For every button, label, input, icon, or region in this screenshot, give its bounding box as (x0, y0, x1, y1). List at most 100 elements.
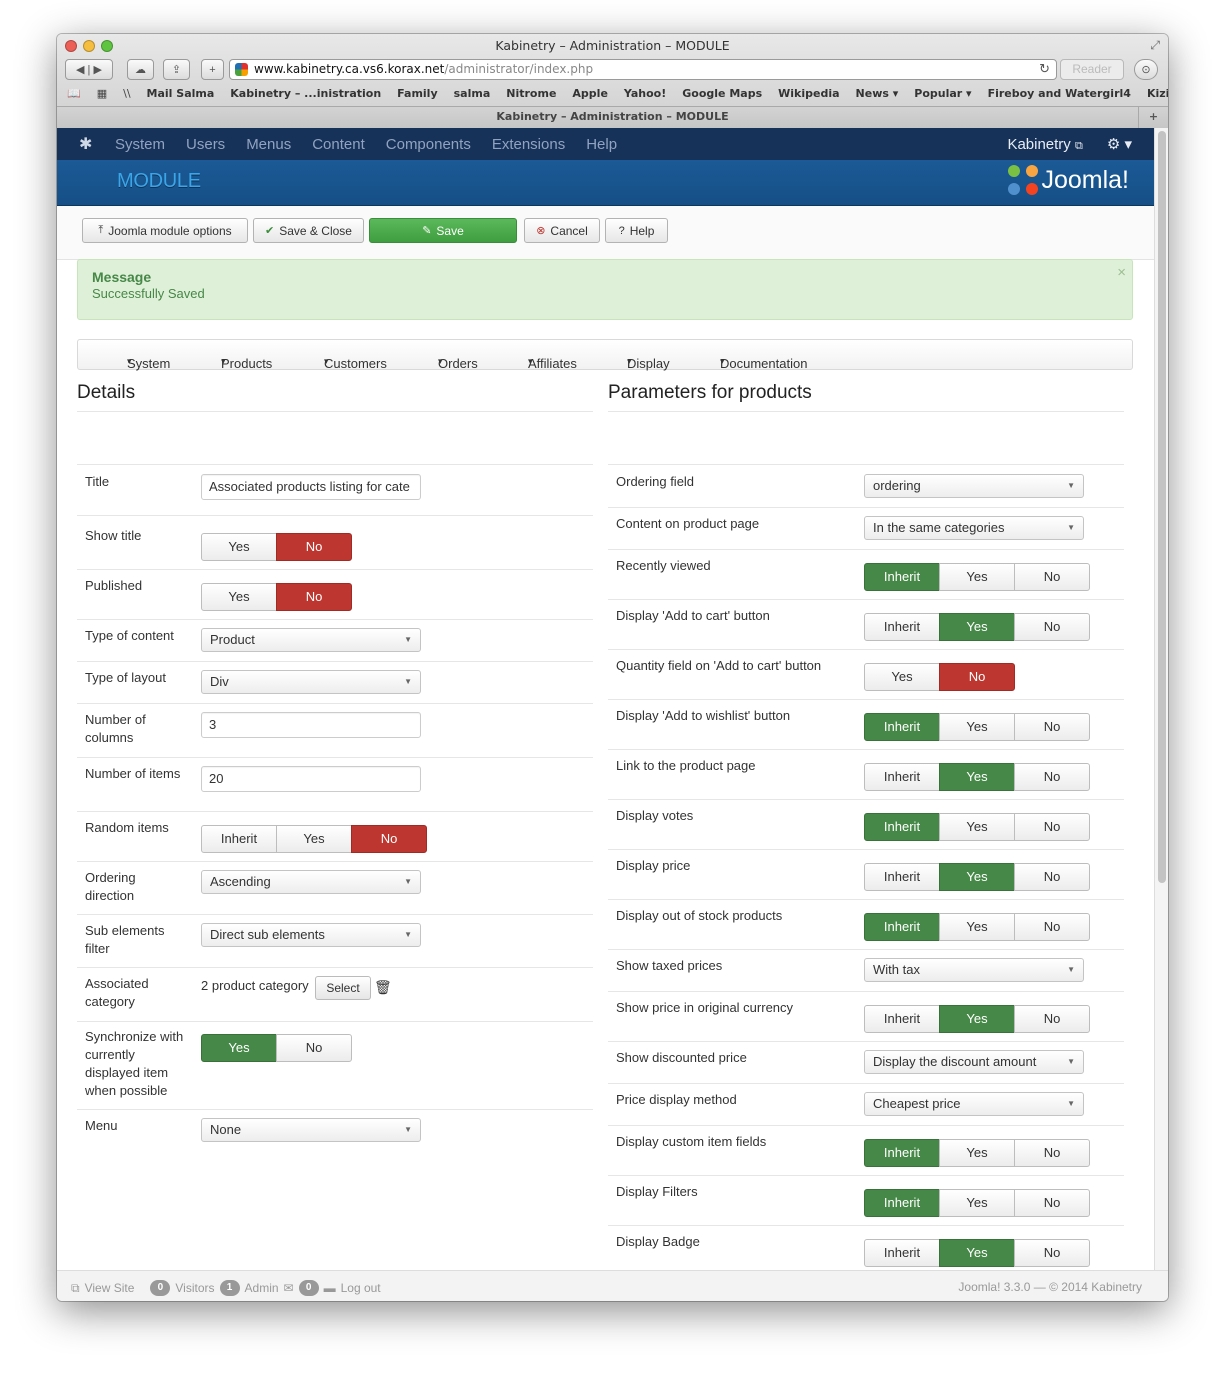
yes-option[interactable]: Yes (939, 863, 1015, 891)
no-option[interactable]: No (1014, 613, 1090, 641)
yes-option[interactable]: Yes (864, 663, 940, 691)
yes-option[interactable]: Yes (939, 713, 1015, 741)
taxed-prices-select[interactable]: With tax ▼ (864, 958, 1084, 982)
inherit-option[interactable]: Inherit (201, 825, 277, 853)
bookmark-item[interactable]: Wikipedia (778, 87, 839, 100)
add-tab-icon[interactable]: + (1138, 107, 1168, 128)
no-option[interactable]: No (1014, 1005, 1090, 1033)
forward-icon[interactable]: ▶ (93, 63, 101, 76)
type-content-select[interactable]: Product ▼ (201, 628, 421, 652)
back-forward-buttons[interactable]: ◀ | ▶ (65, 59, 113, 80)
logout-link[interactable]: Log out (341, 1281, 381, 1295)
reader-button[interactable]: Reader (1060, 59, 1124, 80)
active-tab[interactable]: Kabinetry – Administration – MODULE (496, 110, 728, 123)
back-icon[interactable]: ◀ (76, 63, 84, 76)
address-bar[interactable]: www.kabinetry.ca.vs6.korax.net/administr… (229, 59, 1057, 80)
inherit-option[interactable]: Inherit (864, 563, 940, 591)
no-option[interactable]: No (1014, 1189, 1090, 1217)
view-site-link[interactable]: View Site (85, 1281, 135, 1295)
top-sites-icon[interactable]: ▦ (97, 87, 107, 100)
select-category-button[interactable]: Select (315, 976, 371, 1000)
bookmark-item[interactable]: Kabinetry – ...inistration (230, 87, 381, 100)
new-tab-button[interactable]: + (201, 59, 224, 80)
site-link[interactable]: Kabinetry ⧉ (1007, 136, 1082, 153)
no-option[interactable]: No (351, 825, 427, 853)
bookmark-item[interactable]: Yahoo! (624, 87, 666, 100)
cancel-button[interactable]: ⊗ Cancel (524, 218, 600, 243)
settings-gear-icon[interactable]: ⚙ ▾ (1107, 135, 1132, 153)
bookmark-item[interactable]: Google Maps (682, 87, 762, 100)
no-option[interactable]: No (939, 663, 1015, 691)
inherit-option[interactable]: Inherit (864, 913, 940, 941)
yes-option[interactable]: Yes (276, 825, 352, 853)
items-input[interactable]: 20 (201, 766, 421, 792)
yes-option[interactable]: Yes (939, 813, 1015, 841)
nav-menus[interactable]: Menus (246, 136, 291, 153)
no-option[interactable]: No (276, 583, 352, 611)
menu-select[interactable]: None ▼ (201, 1118, 421, 1142)
downloads-button[interactable]: ⊙ (1134, 59, 1158, 80)
save-close-button[interactable]: ✔ Save & Close (253, 218, 364, 243)
no-option[interactable]: No (1014, 713, 1090, 741)
yes-option[interactable]: Yes (939, 913, 1015, 941)
nav-users[interactable]: Users (186, 136, 225, 153)
inherit-option[interactable]: Inherit (864, 763, 940, 791)
inherit-option[interactable]: Inherit (864, 613, 940, 641)
yes-option[interactable]: Yes (939, 1189, 1015, 1217)
page-scrollbar[interactable] (1154, 128, 1168, 1270)
columns-input[interactable]: 3 (201, 712, 421, 738)
bookmark-item[interactable]: Family (397, 87, 437, 100)
close-icon[interactable]: × (1117, 264, 1126, 281)
yes-option[interactable]: Yes (939, 1005, 1015, 1033)
bookmark-item[interactable]: Kizi (1147, 87, 1168, 100)
no-option[interactable]: No (1014, 863, 1090, 891)
inherit-option[interactable]: Inherit (864, 1239, 940, 1267)
inherit-option[interactable]: Inherit (864, 1189, 940, 1217)
no-option[interactable]: No (276, 1034, 352, 1062)
no-option[interactable]: No (1014, 563, 1090, 591)
no-option[interactable]: No (1014, 763, 1090, 791)
inherit-option[interactable]: Inherit (864, 713, 940, 741)
nav-extensions[interactable]: Extensions (492, 136, 565, 153)
yes-option[interactable]: Yes (939, 763, 1015, 791)
bookmark-item[interactable]: Popular ▾ (914, 87, 971, 100)
trash-icon[interactable]: 🗑 (374, 978, 392, 996)
joomla-menu-icon[interactable]: ✱ (79, 134, 105, 154)
no-option[interactable]: No (1014, 1139, 1090, 1167)
nav-content[interactable]: Content (312, 136, 365, 153)
content-page-select[interactable]: In the same categories ▼ (864, 516, 1084, 540)
inherit-option[interactable]: Inherit (864, 863, 940, 891)
ordering-direction-select[interactable]: Ascending ▼ (201, 870, 421, 894)
inherit-option[interactable]: Inherit (864, 1139, 940, 1167)
messages-badge[interactable]: 0 (298, 1280, 319, 1296)
no-option[interactable]: No (1014, 913, 1090, 941)
bookmark-item[interactable]: Fireboy and Watergirl4 (988, 87, 1131, 100)
inherit-option[interactable]: Inherit (864, 813, 940, 841)
reading-list-icon[interactable]: 📖 (67, 87, 81, 100)
discounted-price-select[interactable]: Display the discount amount ▼ (864, 1050, 1084, 1074)
nav-components[interactable]: Components (386, 136, 471, 153)
bookmark-item[interactable]: Mail Salma (147, 87, 215, 100)
bookmark-item[interactable]: Nitrome (506, 87, 556, 100)
type-layout-select[interactable]: Div ▼ (201, 670, 421, 694)
no-option[interactable]: No (276, 533, 352, 561)
save-button[interactable]: ✎ Save (369, 218, 517, 243)
help-button[interactable]: ? Help (605, 218, 668, 243)
bookmark-item[interactable]: Apple (572, 87, 608, 100)
no-option[interactable]: No (1014, 813, 1090, 841)
yes-option[interactable]: Yes (939, 1139, 1015, 1167)
inherit-option[interactable]: Inherit (864, 1005, 940, 1033)
nav-system[interactable]: System (115, 136, 165, 153)
sub-elements-select[interactable]: Direct sub elements ▼ (201, 923, 421, 947)
yes-option[interactable]: Yes (201, 533, 277, 561)
bookmark-item[interactable]: News ▾ (856, 87, 899, 100)
yes-option[interactable]: Yes (939, 613, 1015, 641)
yes-option[interactable]: Yes (939, 1239, 1015, 1267)
ordering-field-select[interactable]: ordering ▼ (864, 474, 1084, 498)
icloud-tabs-button[interactable]: ☁ (127, 59, 154, 80)
nav-help[interactable]: Help (586, 136, 617, 153)
bookmark-item[interactable]: salma (454, 87, 491, 100)
yes-option[interactable]: Yes (201, 583, 277, 611)
scrollbar-thumb[interactable] (1158, 131, 1166, 883)
yes-option[interactable]: Yes (201, 1034, 277, 1062)
